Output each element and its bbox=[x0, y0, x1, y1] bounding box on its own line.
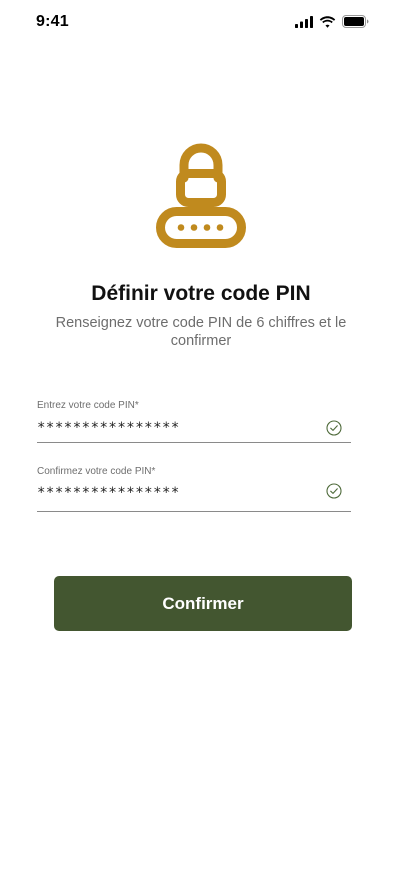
confirm-button[interactable]: Confirmer bbox=[54, 576, 352, 631]
page-subtitle: Renseignez votre code PIN de 6 chiffres … bbox=[55, 315, 347, 349]
pin-field[interactable]: Entrez votre code PIN* **************** bbox=[37, 400, 351, 443]
pin-confirm-field[interactable]: Confirmez votre code PIN* **************… bbox=[37, 466, 351, 512]
status-time: 9:41 bbox=[36, 13, 69, 30]
pin-confirm-field-value[interactable]: **************** bbox=[37, 485, 180, 501]
page-title: Définir votre code PIN bbox=[91, 282, 311, 305]
pin-field-label: Entrez votre code PIN* bbox=[37, 400, 139, 411]
status-icons bbox=[295, 15, 369, 28]
pin-confirm-field-label: Confirmez votre code PIN* bbox=[37, 466, 156, 477]
battery-icon bbox=[342, 15, 369, 28]
status-bar: 9:41 bbox=[0, 0, 402, 44]
pin-field-value[interactable]: **************** bbox=[37, 420, 180, 436]
wifi-icon bbox=[319, 15, 336, 28]
check-circle-icon bbox=[326, 420, 342, 436]
cellular-signal-icon bbox=[295, 15, 313, 28]
lock-icon bbox=[154, 143, 248, 251]
check-circle-icon bbox=[326, 483, 342, 499]
